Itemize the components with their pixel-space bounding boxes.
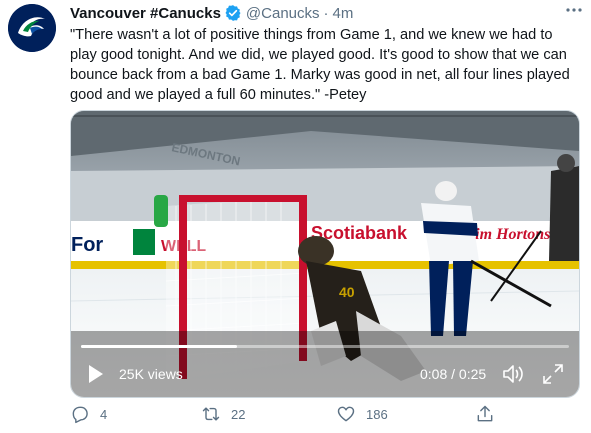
tweet-timestamp[interactable]: 4m xyxy=(333,5,354,22)
tweet-header: Vancouver #Canucks @Canucks · 4m xyxy=(70,4,353,22)
reply-icon xyxy=(72,406,88,424)
canucks-logo-icon xyxy=(8,4,56,52)
video-player[interactable]: EDMONTON For WELL Scotiabank Tim Hortons xyxy=(70,110,580,398)
like-button[interactable]: 186 xyxy=(336,404,388,424)
author-handle[interactable]: @Canucks xyxy=(246,5,320,22)
video-frame: EDMONTON For WELL Scotiabank Tim Hortons xyxy=(71,111,579,397)
video-progress-bar[interactable] xyxy=(81,345,569,348)
fullscreen-icon[interactable] xyxy=(542,363,564,385)
author-name[interactable]: Vancouver #Canucks xyxy=(70,5,221,22)
share-icon xyxy=(477,405,493,422)
tweet-actions: 4 22 186 xyxy=(70,404,510,428)
separator-dot: · xyxy=(323,4,329,22)
verified-badge-icon xyxy=(224,4,242,22)
board-text-for: For xyxy=(71,234,103,256)
heart-icon xyxy=(337,406,355,422)
retweet-count: 22 xyxy=(231,406,246,422)
reply-button[interactable]: 4 xyxy=(70,404,107,424)
like-count: 186 xyxy=(366,406,388,422)
video-progress-fill xyxy=(81,345,238,348)
video-timecode: 0:08 / 0:25 xyxy=(420,366,487,382)
view-count: 25K views xyxy=(119,366,183,382)
play-icon[interactable] xyxy=(87,363,105,385)
retweet-icon xyxy=(202,407,220,421)
jersey-number: 40 xyxy=(339,284,355,300)
share-button[interactable] xyxy=(475,404,495,424)
tweet-text: "There wasn't a lot of positive things f… xyxy=(70,27,570,103)
avatar[interactable] xyxy=(8,4,56,52)
reply-count: 4 xyxy=(100,406,108,422)
retweet-button[interactable]: 22 xyxy=(201,404,245,424)
more-options-icon[interactable] xyxy=(565,4,583,22)
volume-icon[interactable] xyxy=(502,363,526,385)
